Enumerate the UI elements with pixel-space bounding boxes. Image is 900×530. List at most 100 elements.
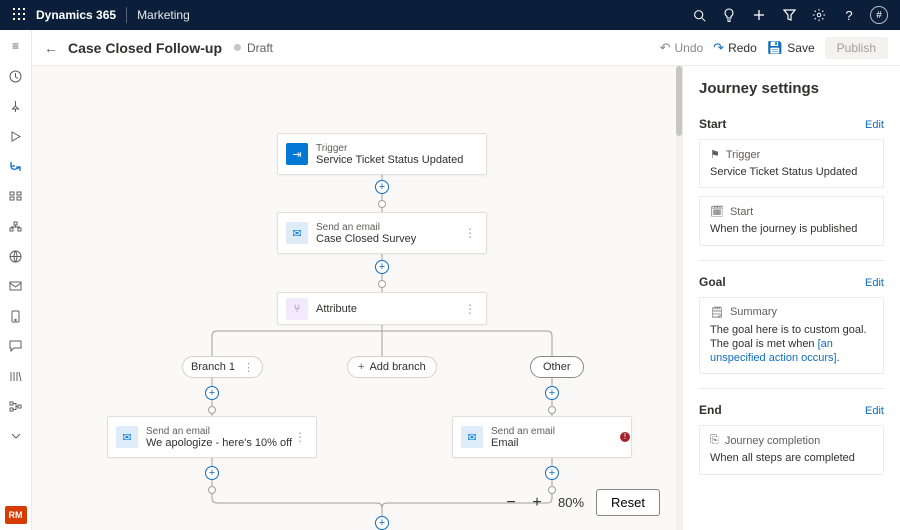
search-icon[interactable]	[684, 0, 714, 30]
reset-zoom-button[interactable]: Reset	[596, 489, 660, 516]
device-icon[interactable]	[6, 308, 26, 324]
attribute-icon: ⑂	[286, 298, 308, 320]
library-icon[interactable]	[6, 368, 26, 384]
pill-label: Add branch	[369, 361, 425, 373]
topbar-actions: ? #	[684, 0, 894, 30]
redo-button[interactable]: ↷Redo	[713, 40, 757, 56]
card-label: Start	[730, 206, 753, 218]
email-icon: ✉	[286, 222, 308, 244]
attribute-node[interactable]: ⑂ Attribute ⋮	[277, 292, 487, 325]
add-step-button[interactable]: +	[375, 260, 389, 274]
node-title: We apologize - here's 10% off	[146, 437, 292, 449]
node-menu-button[interactable]: ⋮	[462, 226, 478, 240]
connector-dot	[378, 200, 386, 208]
add-step-button[interactable]: +	[545, 466, 559, 480]
zoom-controls: − + 80% Reset	[502, 489, 660, 516]
waffle-icon[interactable]	[6, 8, 32, 23]
trigger-icon: ⇥	[286, 143, 308, 165]
add-step-button[interactable]: +	[375, 516, 389, 530]
node-menu-button[interactable]: ⋮	[462, 302, 478, 316]
undo-button[interactable]: ↶Undo	[660, 40, 704, 56]
brand-divider	[126, 7, 127, 23]
lightbulb-icon[interactable]	[714, 0, 744, 30]
segments-icon[interactable]	[6, 188, 26, 204]
publish-button: Publish	[825, 37, 888, 59]
node-title: Case Closed Survey	[316, 233, 416, 245]
edit-goal-link[interactable]: Edit	[865, 277, 884, 289]
branch-pill[interactable]: Branch 1 ⋮	[182, 356, 263, 378]
journey-canvas[interactable]: ⇥ Trigger Service Ticket Status Updated …	[32, 66, 682, 530]
filter-icon[interactable]	[774, 0, 804, 30]
panel-title: Journey settings	[699, 80, 884, 97]
chevron-down-icon[interactable]	[6, 428, 26, 444]
panel-divider	[699, 260, 884, 261]
chat-icon[interactable]	[6, 338, 26, 354]
connector-dot	[208, 406, 216, 414]
node-label: Send an email	[316, 222, 416, 233]
status-dot	[234, 44, 241, 51]
pill-menu-button[interactable]: ⋮	[243, 361, 254, 374]
completion-card[interactable]: ⎘Journey completion When all steps are c…	[699, 425, 884, 474]
play-icon[interactable]	[6, 128, 26, 144]
card-value: Service Ticket Status Updated	[710, 165, 873, 179]
card-label: Journey completion	[725, 435, 820, 447]
node-menu-button[interactable]: ⋮	[292, 430, 308, 444]
flow-icon[interactable]	[6, 218, 26, 234]
add-step-button[interactable]: +	[205, 386, 219, 400]
command-bar: ↶Undo ↷Redo 💾︎Save Publish	[660, 37, 888, 59]
add-icon[interactable]	[744, 0, 774, 30]
email-icon: ✉	[116, 426, 138, 448]
card-label: Summary	[730, 306, 777, 318]
connector-dot	[208, 486, 216, 494]
pin-icon[interactable]	[6, 98, 26, 114]
zoom-in-button[interactable]: +	[528, 494, 546, 512]
settings-icon[interactable]	[804, 0, 834, 30]
email-node-1[interactable]: ✉ Send an email Case Closed Survey ⋮	[277, 212, 487, 254]
email-node-generic[interactable]: ✉ Send an email Email	[452, 416, 632, 458]
persona-badge[interactable]: RM	[5, 506, 27, 524]
summary-icon: 🗒︎	[710, 306, 724, 319]
add-step-button[interactable]: +	[545, 386, 559, 400]
add-step-button[interactable]: +	[205, 466, 219, 480]
recent-icon[interactable]	[6, 68, 26, 84]
pill-label: Other	[543, 361, 571, 373]
connector-dot	[378, 280, 386, 288]
trigger-icon: ⚑	[710, 148, 720, 161]
node-label: Send an email	[146, 426, 292, 437]
scrollbar-thumb[interactable]	[676, 66, 682, 136]
connector-dot	[548, 406, 556, 414]
node-label: Send an email	[491, 426, 555, 437]
edit-end-link[interactable]: Edit	[865, 405, 884, 417]
emails-icon[interactable]	[6, 278, 26, 294]
trigger-node[interactable]: ⇥ Trigger Service Ticket Status Updated	[277, 133, 487, 175]
other-pill[interactable]: Other	[530, 356, 584, 378]
save-button[interactable]: 💾︎Save	[767, 40, 815, 56]
email-node-apology[interactable]: ✉ Send an email We apologize - here's 10…	[107, 416, 317, 458]
card-value: When all steps are completed	[710, 451, 873, 465]
hierarchy-icon[interactable]	[6, 398, 26, 414]
pill-label: Branch 1	[191, 361, 235, 373]
back-button[interactable]: ←	[44, 40, 58, 56]
edit-start-link[interactable]: Edit	[865, 119, 884, 131]
start-card[interactable]: 🗓︎Start When the journey is published	[699, 196, 884, 245]
add-step-button[interactable]: +	[375, 180, 389, 194]
summary-card[interactable]: 🗒︎Summary The goal here is to custom goa…	[699, 297, 884, 375]
email-icon: ✉	[461, 426, 483, 448]
journey-icon[interactable]	[6, 158, 26, 174]
account-badge[interactable]: #	[864, 0, 894, 30]
error-badge[interactable]: !	[620, 432, 630, 442]
settings-panel: Journey settings Start Edit ⚑Trigger Ser…	[682, 66, 900, 530]
calendar-icon: 🗓︎	[710, 205, 724, 218]
trigger-card[interactable]: ⚑Trigger Service Ticket Status Updated	[699, 139, 884, 188]
zoom-out-button[interactable]: −	[502, 494, 520, 512]
left-nav: ≡ RM	[0, 30, 32, 530]
globe-icon[interactable]	[6, 248, 26, 264]
node-title: Email	[491, 437, 555, 449]
menu-icon[interactable]: ≡	[6, 38, 26, 54]
global-topbar: Dynamics 365 Marketing ? #	[0, 0, 900, 30]
module-label[interactable]: Marketing	[137, 8, 190, 22]
add-branch-pill[interactable]: + Add branch	[347, 356, 437, 378]
node-title: Attribute	[316, 303, 357, 315]
help-icon[interactable]: ?	[834, 0, 864, 30]
status-label: Draft	[247, 41, 273, 55]
